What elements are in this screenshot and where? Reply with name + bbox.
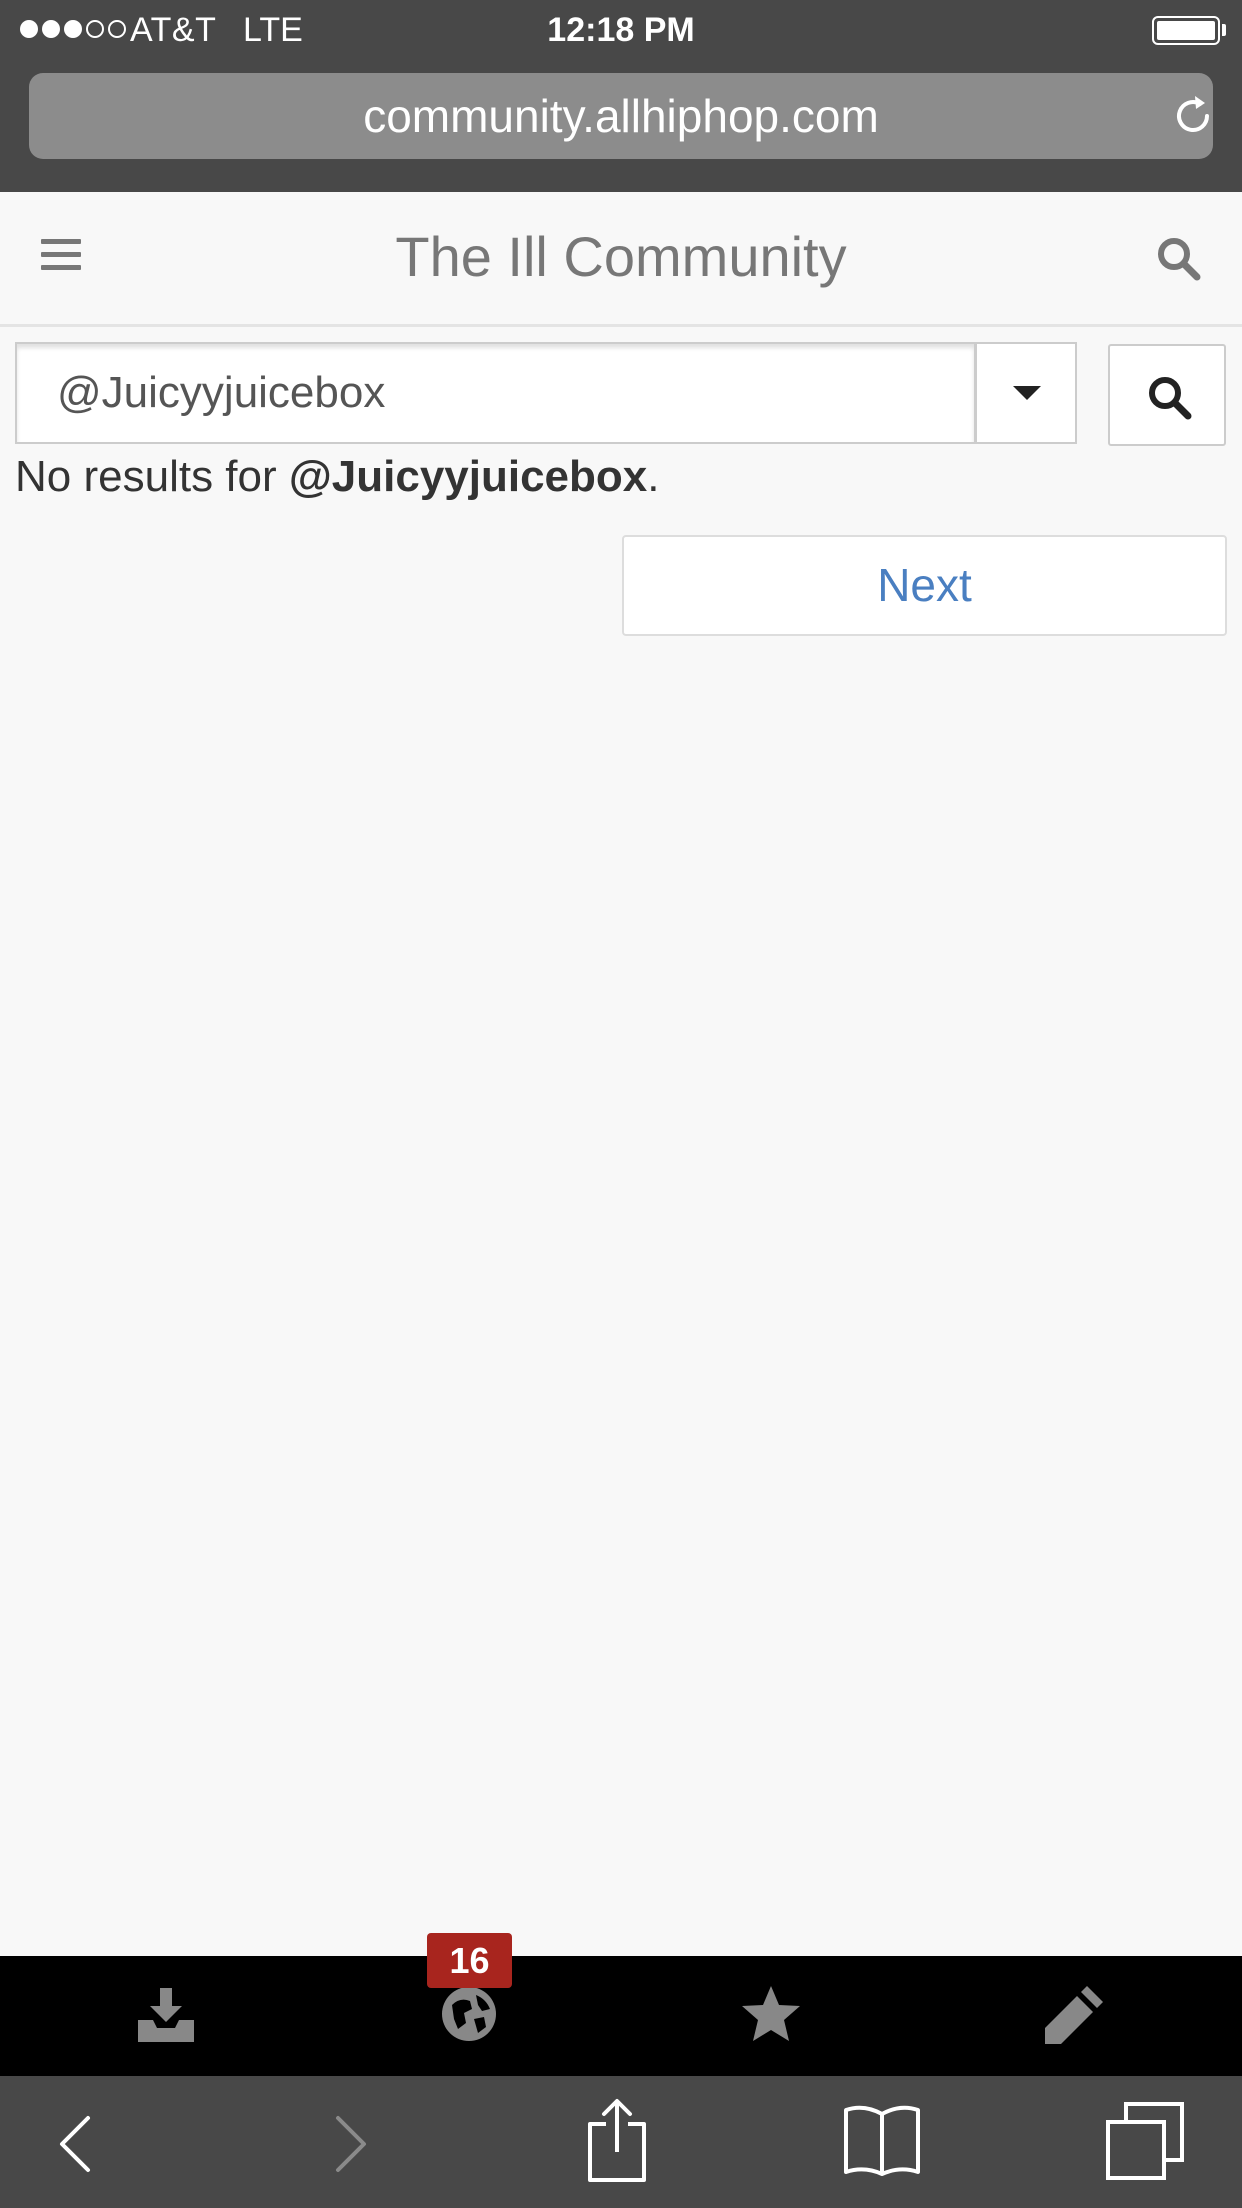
site-header: The Ill Community (0, 192, 1242, 327)
app-toolbar (0, 1956, 1242, 2076)
address-bar[interactable]: community.allhiphop.com (29, 73, 1213, 159)
search-submit-button[interactable] (1108, 344, 1226, 446)
back-chevron-icon[interactable] (58, 2114, 92, 2174)
battery-icon (1152, 16, 1220, 45)
url-text[interactable]: community.allhiphop.com (29, 73, 1213, 159)
no-results-prefix: No results for (15, 452, 289, 501)
battery-level (1157, 21, 1215, 40)
globe-icon[interactable] (440, 1985, 498, 2043)
notification-badge[interactable]: 16 (427, 1933, 512, 1988)
open-book-icon[interactable] (842, 2102, 922, 2178)
reload-icon[interactable] (1169, 92, 1217, 140)
star-icon[interactable] (740, 1984, 802, 2044)
browser-bottom-bar (0, 2076, 1242, 2208)
forward-chevron-icon[interactable] (334, 2114, 368, 2174)
next-page-button[interactable]: Next (622, 535, 1227, 636)
pencil-icon[interactable] (1041, 1982, 1107, 2048)
search-input[interactable] (15, 342, 976, 444)
share-icon[interactable] (586, 2096, 648, 2184)
no-results-suffix: . (647, 452, 660, 501)
browser-top-bar: AT&T LTE 12:18 PM community.allhiphop.co… (0, 0, 1242, 192)
status-time: 12:18 PM (547, 11, 695, 49)
tabs-icon[interactable] (1106, 2102, 1184, 2180)
search-options-dropdown-button[interactable] (975, 342, 1077, 444)
battery-tip (1222, 24, 1226, 36)
status-bar: AT&T LTE 12:18 PM (0, 0, 1242, 60)
site-title[interactable]: The Ill Community (0, 192, 1242, 322)
search-icon[interactable] (1155, 235, 1201, 281)
inbox-download-icon[interactable] (135, 1986, 197, 2044)
no-results-message: No results for @Juicyyjuicebox. (15, 450, 660, 504)
no-results-query: @Juicyyjuicebox (288, 452, 648, 501)
